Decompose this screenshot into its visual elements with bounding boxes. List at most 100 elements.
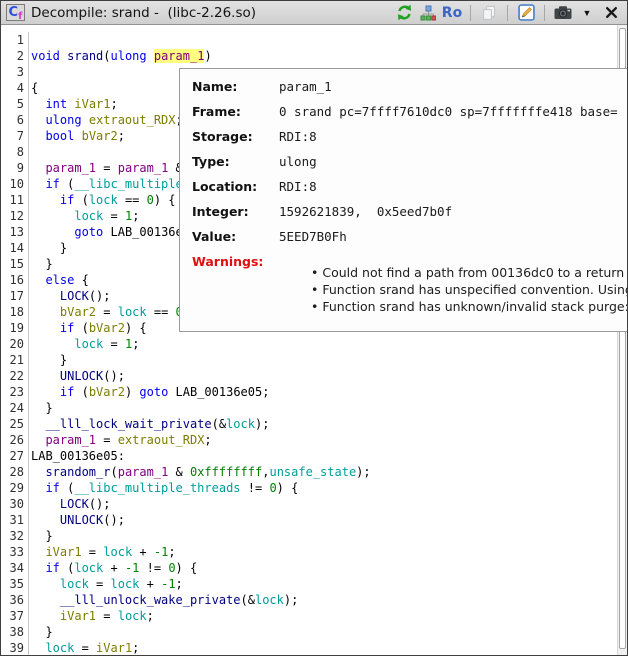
code-token[interactable]: ulong <box>45 113 81 127</box>
code-line[interactable]: 20 lock = 1; <box>1 336 627 352</box>
code-token: ( <box>74 193 88 207</box>
code-token[interactable]: lock <box>74 337 103 351</box>
warning-item: Function srand has unspecified conventio… <box>311 281 628 298</box>
code-line[interactable]: 26 param_1 = extraout_RDX; <box>1 432 627 448</box>
code-token[interactable]: param_1 <box>118 465 169 479</box>
code-token[interactable]: -1 <box>125 561 139 575</box>
code-token[interactable]: if <box>45 561 59 575</box>
code-line[interactable]: 34 if (lock + -1 != 0) { <box>1 560 627 576</box>
code-token: ; <box>118 129 125 143</box>
code-line[interactable]: 1 <box>1 32 627 48</box>
code-token[interactable]: 0 <box>168 561 175 575</box>
code-token[interactable]: iVar1 <box>74 97 110 111</box>
code-line[interactable]: 25 __lll_lock_wait_private(&lock); <box>1 416 627 432</box>
code-line[interactable]: 32 } <box>1 528 627 544</box>
code-token[interactable]: goto <box>74 225 103 239</box>
code-token[interactable]: lock <box>118 305 147 319</box>
code-token[interactable]: srandom_r <box>45 465 110 479</box>
graph-button[interactable] <box>418 3 438 23</box>
dropdown-button[interactable]: ▼ <box>577 3 597 23</box>
code-token[interactable]: if <box>45 177 59 191</box>
code-token[interactable]: LOCK <box>60 289 89 303</box>
code-token[interactable]: lock <box>103 545 132 559</box>
code-token[interactable]: -1 <box>154 545 168 559</box>
code-token[interactable]: unsafe_state <box>269 465 356 479</box>
code-token[interactable]: lock <box>60 577 89 591</box>
code-token <box>31 481 45 495</box>
code-token[interactable]: extraout_RDX <box>89 113 176 127</box>
code-token[interactable]: LAB_00136e05 <box>31 449 118 463</box>
code-token[interactable]: bVar2 <box>60 305 96 319</box>
line-number: 14 <box>1 240 29 256</box>
code-token[interactable]: __lll_unlock_wake_private <box>60 593 241 607</box>
code-token[interactable]: srand <box>67 49 103 63</box>
rename-button[interactable]: Ro <box>442 3 462 23</box>
close-button[interactable] <box>601 3 621 23</box>
code-token[interactable]: lock <box>111 577 140 591</box>
code-token[interactable]: if <box>60 193 74 207</box>
code-token[interactable]: 0 <box>147 193 154 207</box>
code-token[interactable]: if <box>60 321 74 335</box>
warnings-label: Warnings: <box>192 254 279 269</box>
code-token[interactable]: 0 <box>269 481 276 495</box>
code-token[interactable]: LOCK <box>60 497 89 511</box>
refresh-button[interactable] <box>394 3 414 23</box>
code-token[interactable]: bool <box>45 129 74 143</box>
highlighted-token[interactable]: param_1 <box>154 49 205 63</box>
code-token[interactable]: ulong <box>111 49 147 63</box>
code-line[interactable]: 24 } <box>1 400 627 416</box>
code-token[interactable]: param_1 <box>45 161 96 175</box>
code-token[interactable]: if <box>45 481 59 495</box>
code-token[interactable]: lock <box>89 193 118 207</box>
code-line[interactable]: 27LAB_00136e05: <box>1 448 627 464</box>
code-token[interactable]: lock <box>255 593 284 607</box>
code-line[interactable]: 33 iVar1 = lock + -1; <box>1 544 627 560</box>
code-token[interactable]: lock <box>74 209 103 223</box>
code-line[interactable]: 30 LOCK(); <box>1 496 627 512</box>
code-line[interactable]: 39 lock = iVar1; <box>1 640 627 656</box>
code-token[interactable]: lock <box>118 609 147 623</box>
code-token <box>31 97 45 111</box>
code-line[interactable]: 22 UNLOCK(); <box>1 368 627 384</box>
code-token[interactable]: lock <box>45 641 74 655</box>
code-token[interactable]: UNLOCK <box>60 369 103 383</box>
code-token[interactable]: LAB_00136e05 <box>176 385 263 399</box>
code-line[interactable]: 37 iVar1 = lock; <box>1 608 627 624</box>
code-line[interactable]: 2void srand(ulong param_1) <box>1 48 627 64</box>
code-line[interactable]: 35 lock = lock + -1; <box>1 576 627 592</box>
code-token[interactable]: param_1 <box>45 433 96 447</box>
code-token[interactable]: lock <box>226 417 255 431</box>
code-token[interactable]: int <box>45 97 67 111</box>
code-token[interactable]: __lll_lock_wait_private <box>45 417 211 431</box>
snapshot-button[interactable] <box>553 3 573 23</box>
code-token[interactable]: bVar2 <box>89 321 125 335</box>
code-line[interactable]: 31 UNLOCK(); <box>1 512 627 528</box>
code-token[interactable]: param_1 <box>118 161 169 175</box>
code-token: ( <box>60 177 74 191</box>
code-token[interactable]: iVar1 <box>96 641 132 655</box>
code-token[interactable]: bVar2 <box>82 129 118 143</box>
code-token[interactable]: else <box>45 273 74 287</box>
code-line[interactable]: 28 srandom_r(param_1 & 0xffffffff,unsafe… <box>1 464 627 480</box>
code-token[interactable]: iVar1 <box>60 609 96 623</box>
code-token: { <box>74 273 88 287</box>
code-token[interactable]: goto <box>139 385 168 399</box>
code-token[interactable]: 0xffffffff <box>190 465 262 479</box>
edit-button[interactable] <box>516 3 536 23</box>
code-line[interactable]: 23 if (bVar2) goto LAB_00136e05; <box>1 384 627 400</box>
code-token: = <box>96 161 118 175</box>
code-token[interactable]: -1 <box>161 577 175 591</box>
code-token[interactable]: bVar2 <box>89 385 125 399</box>
code-token[interactable]: UNLOCK <box>60 513 103 527</box>
copy-button[interactable] <box>479 3 499 23</box>
code-token[interactable]: lock <box>74 561 103 575</box>
code-line[interactable]: 29 if (__libc_multiple_threads != 0) { <box>1 480 627 496</box>
code-line[interactable]: 36 __lll_unlock_wake_private(&lock); <box>1 592 627 608</box>
code-token[interactable]: iVar1 <box>45 545 81 559</box>
code-line[interactable]: 21 } <box>1 352 627 368</box>
code-token[interactable]: void <box>31 49 60 63</box>
code-token[interactable]: extraout_RDX <box>118 433 205 447</box>
code-token[interactable]: __libc_multiple_threads <box>74 481 240 495</box>
code-line[interactable]: 38 } <box>1 624 627 640</box>
code-token[interactable]: if <box>60 385 74 399</box>
